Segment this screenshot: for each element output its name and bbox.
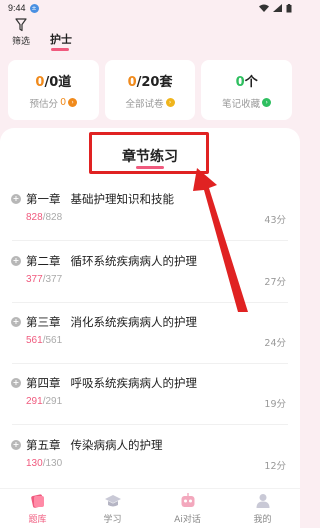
chapter-done-count: 291 xyxy=(26,396,43,407)
chapter-title: 第二章 循环系统疾病病人的护理 xyxy=(26,253,197,269)
chapter-item[interactable]: + 第二章 循环系统疾病病人的护理 377/377 27分 xyxy=(0,252,300,312)
expand-icon[interactable]: + xyxy=(11,317,21,327)
stat-total: 个 xyxy=(244,74,258,90)
stat-card-notes[interactable]: 0个 笔记收藏 › xyxy=(201,60,293,120)
chapter-progress: 561/561 xyxy=(26,335,62,346)
annotation-highlight-box xyxy=(89,132,209,174)
chapter-number: 第五章 xyxy=(26,438,61,452)
ai-robot-icon xyxy=(179,493,197,509)
chapter-score: 19分 xyxy=(264,399,286,410)
chapter-item[interactable]: + 第五章 传染病病人的护理 130/130 12分 xyxy=(0,436,300,496)
expand-icon[interactable]: + xyxy=(11,378,21,388)
signal-icon xyxy=(273,4,282,12)
filter-button[interactable]: 筛选 xyxy=(10,18,32,47)
expand-icon[interactable]: + xyxy=(11,440,21,450)
filter-label: 筛选 xyxy=(11,37,30,47)
tab-nurse-label: 护士 xyxy=(50,33,72,46)
top-bar: 筛选 护士 xyxy=(0,18,300,58)
chapter-name: 传染病病人的护理 xyxy=(70,438,163,452)
chapter-title: 第三章 消化系统疾病病人的护理 xyxy=(26,314,197,330)
chapter-name: 循环系统疾病病人的护理 xyxy=(70,254,198,268)
stat-sub-label: 全部试卷 xyxy=(125,98,164,110)
stat-value: 0/0道 xyxy=(35,71,71,90)
chapter-score: 27分 xyxy=(264,277,286,288)
wifi-icon xyxy=(259,4,269,12)
stat-total: /20套 xyxy=(136,74,173,90)
stat-sub-value: 0 xyxy=(60,97,67,108)
chapter-done-count: 130 xyxy=(26,458,43,469)
expand-icon[interactable]: + xyxy=(11,256,21,266)
chapter-progress: 828/828 xyxy=(26,212,62,223)
nav-item-study[interactable]: 学习 xyxy=(75,489,150,528)
chapter-name: 基础护理知识和技能 xyxy=(70,192,175,206)
chapter-title: 第五章 传染病病人的护理 xyxy=(26,437,163,453)
stat-sub: 笔记收藏 › xyxy=(222,96,272,110)
divider xyxy=(12,424,288,425)
stat-card-questions[interactable]: 0/0道 预估分 0 › xyxy=(8,60,99,120)
chapter-item[interactable]: + 第一章 基础护理知识和技能 828/828 43分 xyxy=(0,190,300,250)
chapter-name: 呼吸系统疾病病人的护理 xyxy=(70,376,198,390)
chapter-total-count: /828 xyxy=(42,212,63,223)
nav-item-question-bank[interactable]: 题库 xyxy=(0,489,75,528)
stat-sub-label: 笔记收藏 xyxy=(222,98,261,110)
divider xyxy=(12,363,288,364)
nav-label: Ai对话 xyxy=(174,514,201,525)
chapter-title: 第四章 呼吸系统疾病病人的护理 xyxy=(26,375,197,391)
stat-value: 0/20套 xyxy=(128,71,173,90)
chapter-progress: 291/291 xyxy=(26,396,62,407)
notification-badge-icon: ± xyxy=(29,3,39,13)
chapter-total-count: /377 xyxy=(42,274,63,285)
status-bar: 9:44 ± xyxy=(0,0,300,16)
tab-nurse[interactable]: 护士 xyxy=(50,31,72,51)
chapter-score: 43分 xyxy=(264,215,286,226)
chapter-number: 第四章 xyxy=(26,376,61,390)
stat-value: 0个 xyxy=(236,71,258,90)
chapter-done-count: 377 xyxy=(26,274,43,285)
stats-row: 0/0道 预估分 0 › 0/20套 全部试卷 › 0个 笔记收藏 › xyxy=(8,60,293,120)
person-icon xyxy=(254,493,272,509)
chapter-progress: 377/377 xyxy=(26,274,62,285)
nav-item-profile[interactable]: 我的 xyxy=(225,489,300,528)
tab-active-indicator xyxy=(51,48,69,51)
stat-sub-label: 预估分 xyxy=(29,98,59,110)
stat-sub: 全部试卷 › xyxy=(126,96,175,110)
divider xyxy=(12,240,288,241)
chevron-right-icon: › xyxy=(165,98,175,107)
expand-icon[interactable]: + xyxy=(11,194,21,204)
chevron-right-icon: › xyxy=(68,98,78,107)
status-time: 9:44 xyxy=(8,3,26,13)
stat-sub: 预估分 0 › xyxy=(30,96,78,110)
chapter-total-count: /130 xyxy=(42,458,63,469)
book-icon xyxy=(29,493,47,509)
nav-item-ai-chat[interactable]: Ai对话 xyxy=(150,489,225,528)
chapter-progress: 130/130 xyxy=(26,458,62,469)
chapter-done-count: 561 xyxy=(26,335,43,346)
chapter-number: 第三章 xyxy=(26,315,61,329)
stat-done: 0 xyxy=(127,74,137,90)
nav-label: 学习 xyxy=(103,514,122,525)
chapter-practice-panel: 章节练习 + 第一章 基础护理知识和技能 828/828 43分 + 第二章 循环系… xyxy=(0,128,300,488)
chapter-total-count: /561 xyxy=(42,335,63,346)
stat-total: /0道 xyxy=(44,74,72,90)
stat-card-papers[interactable]: 0/20套 全部试卷 › xyxy=(104,60,196,120)
bottom-nav: 题库 学习 Ai对话 我的 xyxy=(0,488,300,528)
chapter-item[interactable]: + 第四章 呼吸系统疾病病人的护理 291/291 19分 xyxy=(0,374,300,434)
battery-icon xyxy=(286,3,292,12)
chapter-number: 第一章 xyxy=(26,192,61,206)
nav-label: 题库 xyxy=(28,514,47,525)
stat-done: 0 xyxy=(235,74,245,90)
chapter-number: 第二章 xyxy=(26,254,61,268)
chapter-name: 消化系统疾病病人的护理 xyxy=(70,315,198,329)
chevron-right-icon: › xyxy=(262,98,272,107)
chapter-done-count: 828 xyxy=(26,212,43,223)
chapter-score: 12分 xyxy=(264,461,286,472)
filter-icon xyxy=(15,18,27,32)
divider xyxy=(12,302,288,303)
graduation-cap-icon xyxy=(104,493,122,509)
chapter-item[interactable]: + 第三章 消化系统疾病病人的护理 561/561 24分 xyxy=(0,313,300,373)
chapter-score: 24分 xyxy=(264,338,286,349)
nav-label: 我的 xyxy=(253,514,272,525)
chapter-title: 第一章 基础护理知识和技能 xyxy=(26,191,174,207)
chapter-total-count: /291 xyxy=(42,396,63,407)
